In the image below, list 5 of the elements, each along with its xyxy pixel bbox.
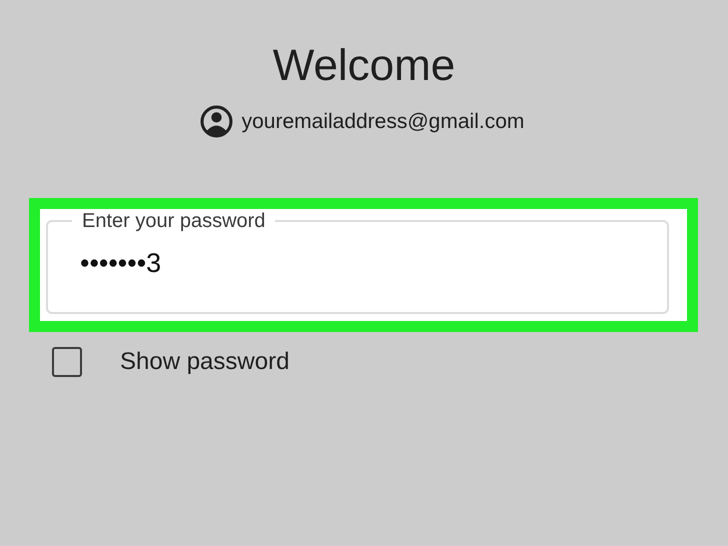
show-password-label[interactable]: Show password bbox=[120, 347, 290, 377]
account-icon bbox=[200, 105, 233, 138]
account-email: youremailaddress@gmail.com bbox=[242, 108, 524, 134]
show-password-checkbox[interactable] bbox=[52, 347, 82, 377]
page-title: Welcome bbox=[272, 40, 456, 92]
